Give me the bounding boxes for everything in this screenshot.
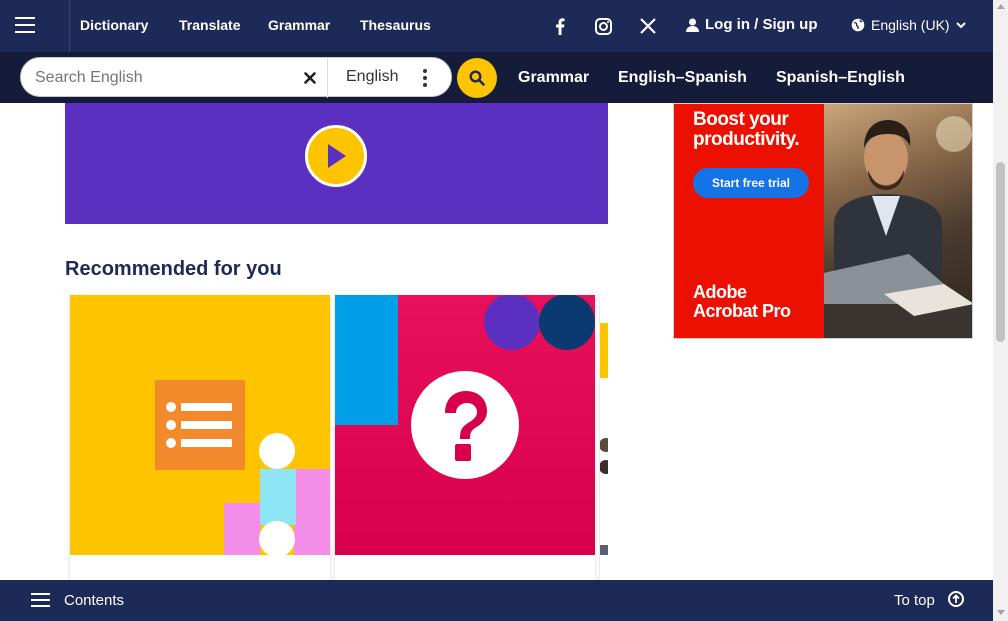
- search-divider: [327, 58, 328, 98]
- to-top-button[interactable]: To top: [894, 592, 935, 609]
- ad-brand: Adobe Acrobat Pro: [693, 283, 823, 321]
- chevron-down-icon: [955, 21, 966, 28]
- question-mark-icon: [411, 371, 519, 479]
- advertisement[interactable]: Boost your productivity. Start free tria…: [673, 103, 973, 339]
- globe-icon: [851, 18, 865, 32]
- recommended-carousel: [65, 292, 608, 580]
- menu-icon[interactable]: [0, 0, 70, 52]
- login-label: Log in / Sign up: [705, 16, 818, 33]
- dictionary-select[interactable]: English: [346, 68, 398, 86]
- ad-cta-button[interactable]: Start free trial: [693, 168, 809, 198]
- play-button[interactable]: [305, 125, 367, 187]
- ad-brand-line2: Acrobat Pro: [693, 301, 791, 321]
- nav-link-dictionary[interactable]: Dictionary: [80, 17, 148, 33]
- dictionary-options-icon[interactable]: [419, 68, 431, 88]
- video-banner: [65, 103, 608, 224]
- card-image: [70, 295, 330, 555]
- play-icon: [328, 144, 346, 168]
- sublink-grammar[interactable]: Grammar: [518, 69, 589, 87]
- card-image: [600, 295, 608, 555]
- scroll-thumb[interactable]: [996, 162, 1005, 342]
- recommended-card[interactable]: [335, 295, 595, 580]
- list-icon: [155, 380, 245, 470]
- x-icon[interactable]: [636, 14, 660, 38]
- ad-brand-line1: Adobe: [693, 282, 747, 302]
- contents-button[interactable]: Contents: [64, 592, 124, 609]
- search-icon: [469, 70, 485, 86]
- ad-headline: Boost your productivity.: [693, 109, 800, 150]
- clear-search-icon[interactable]: [301, 69, 319, 87]
- bottom-bar: Contents To top: [0, 580, 993, 621]
- page-scrollbar[interactable]: [993, 0, 1008, 621]
- user-icon: [686, 18, 699, 32]
- recommended-card[interactable]: [600, 295, 608, 580]
- sublink-english-spanish[interactable]: English–Spanish: [618, 69, 747, 87]
- recommended-card[interactable]: [70, 295, 330, 580]
- scroll-up-icon[interactable]: [997, 4, 1005, 9]
- search-input[interactable]: [35, 67, 295, 89]
- search-button[interactable]: [457, 58, 497, 98]
- search-box: English: [20, 57, 452, 98]
- recommended-title: Recommended for you: [65, 258, 282, 280]
- instagram-icon[interactable]: [591, 14, 615, 38]
- scroll-down-icon[interactable]: [997, 610, 1005, 615]
- arrow-up-circle-icon[interactable]: [948, 591, 964, 607]
- nav-link-grammar[interactable]: Grammar: [268, 17, 330, 33]
- ad-panel: Boost your productivity. Start free tria…: [674, 104, 824, 338]
- search-bar: English Grammar English–Spanish Spanish–…: [0, 52, 993, 103]
- facebook-icon[interactable]: [548, 14, 572, 38]
- language-selector[interactable]: English (UK): [851, 17, 966, 33]
- top-navigation-bar: Dictionary Translate Grammar Thesaurus L…: [0, 0, 993, 52]
- card-image: [335, 295, 595, 555]
- language-label: English (UK): [871, 17, 950, 33]
- nav-link-thesaurus[interactable]: Thesaurus: [360, 17, 431, 33]
- ad-photo: [824, 104, 972, 338]
- sublink-spanish-english[interactable]: Spanish–English: [776, 69, 905, 87]
- nav-link-translate[interactable]: Translate: [179, 17, 240, 33]
- login-link[interactable]: Log in / Sign up: [686, 16, 817, 33]
